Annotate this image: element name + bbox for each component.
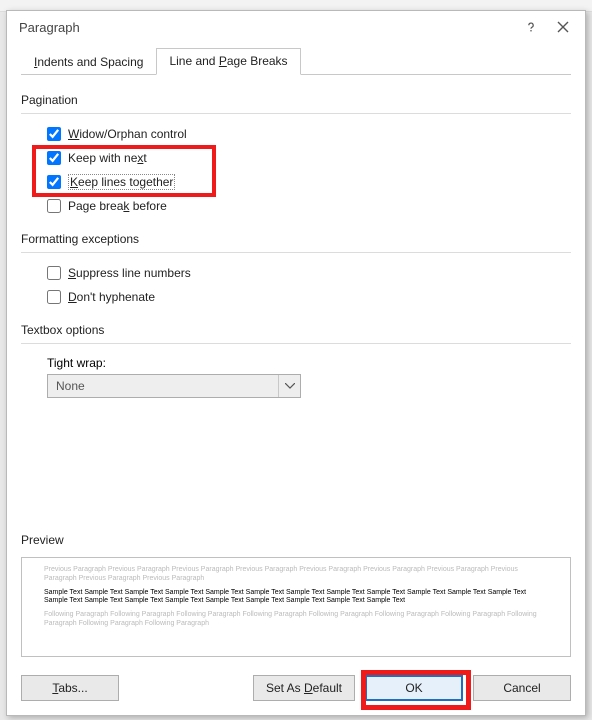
keep-lines-together-checkbox[interactable]: Keep lines together: [47, 170, 571, 194]
widow-orphan-checkbox[interactable]: Widow/Orphan control: [47, 122, 571, 146]
ok-button[interactable]: OK: [365, 675, 463, 701]
ok-label: OK: [405, 681, 422, 695]
set-as-default-button[interactable]: Set As Default: [253, 675, 355, 701]
page-break-before-input[interactable]: [47, 199, 61, 213]
cancel-button[interactable]: Cancel: [473, 675, 571, 701]
keep-with-next-input[interactable]: [47, 151, 61, 165]
pagination-heading: Pagination: [21, 93, 571, 107]
help-button[interactable]: [515, 15, 547, 39]
keep-with-next-checkbox[interactable]: Keep with next: [47, 146, 571, 170]
preview-heading: Preview: [21, 533, 571, 547]
tight-wrap-value: None: [48, 379, 278, 393]
dialog-content: Indents and Spacing Line and Page Breaks…: [7, 43, 585, 715]
widow-orphan-input[interactable]: [47, 127, 61, 141]
tight-wrap-label: Tight wrap:: [47, 356, 571, 370]
preview-sample-text: Sample Text Sample Text Sample Text Samp…: [44, 589, 548, 607]
textbox-heading: Textbox options: [21, 323, 571, 337]
formatting-heading: Formatting exceptions: [21, 232, 571, 246]
preview-prev-text: Previous Paragraph Previous Paragraph Pr…: [44, 566, 548, 584]
dialog-button-row: Tabs... Set As Default OK Cancel: [21, 671, 571, 701]
help-icon: [524, 20, 538, 34]
chevron-down-icon: [278, 375, 300, 397]
page-break-before-checkbox[interactable]: Page break before: [47, 194, 571, 218]
textbox-section: Tight wrap: None: [21, 343, 571, 398]
pagination-section: Widow/Orphan control Keep with next Keep…: [21, 113, 571, 224]
preview-next-text: Following Paragraph Following Paragraph …: [44, 611, 548, 629]
formatting-section: Suppress line numbers Don't hyphenate: [21, 252, 571, 315]
dialog-title: Paragraph: [19, 20, 515, 35]
suppress-line-numbers-checkbox[interactable]: Suppress line numbers: [47, 261, 571, 285]
preview-box: Previous Paragraph Previous Paragraph Pr…: [21, 557, 571, 657]
paragraph-dialog: Paragraph Indents and Spacing Line and P…: [6, 10, 586, 716]
close-button[interactable]: [547, 15, 579, 39]
tab-strip: Indents and Spacing Line and Page Breaks: [21, 47, 571, 75]
tight-wrap-select[interactable]: None: [47, 374, 301, 398]
titlebar: Paragraph: [7, 11, 585, 43]
suppress-line-numbers-input[interactable]: [47, 266, 61, 280]
dont-hyphenate-input[interactable]: [47, 290, 61, 304]
tab-indents-spacing[interactable]: Indents and Spacing: [21, 49, 156, 75]
tab-line-page-breaks[interactable]: Line and Page Breaks: [156, 48, 300, 75]
close-icon: [557, 21, 569, 33]
dont-hyphenate-checkbox[interactable]: Don't hyphenate: [47, 285, 571, 309]
keep-lines-together-input[interactable]: [47, 175, 61, 189]
cancel-label: Cancel: [503, 681, 540, 695]
tabs-button[interactable]: Tabs...: [21, 675, 119, 701]
